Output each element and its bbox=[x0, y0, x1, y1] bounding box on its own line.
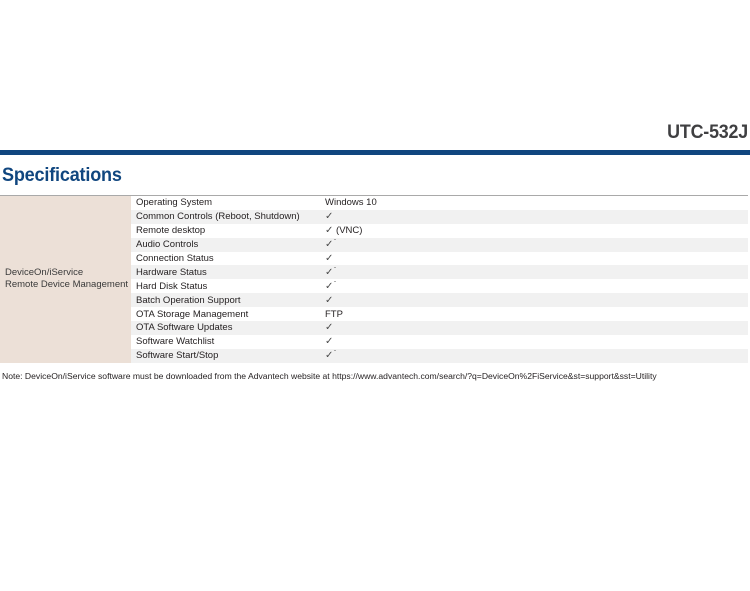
value-cell: Windows 10 bbox=[324, 197, 748, 208]
feature-cell: OTA Storage Management bbox=[136, 308, 249, 320]
checkmark-icon: ✓ bbox=[325, 322, 334, 334]
value-cell: ✓ bbox=[324, 322, 748, 333]
category-column: DeviceOn/iService Remote Device Manageme… bbox=[0, 196, 131, 363]
model-number-header: UTC-532J bbox=[0, 118, 750, 142]
table-row: Remote desktop ✓ (VNC) bbox=[131, 223, 748, 238]
footnote-asterisk-icon: * bbox=[333, 239, 337, 245]
checkmark-icon: ✓ bbox=[325, 253, 334, 264]
table-row: Connection Status ✓ bbox=[131, 251, 748, 266]
feature-cell: Software Start/Stop bbox=[136, 350, 219, 362]
feature-cell: Hardware Status bbox=[136, 266, 207, 278]
table-row: Operating System Windows 10 bbox=[131, 196, 748, 210]
navy-divider-rule bbox=[0, 150, 750, 155]
footnote-asterisk-icon: * bbox=[333, 266, 337, 273]
model-number: UTC-532J bbox=[667, 122, 748, 143]
category-label: DeviceOn/iService Remote Device Manageme… bbox=[5, 266, 129, 291]
table-row: OTA Storage Management FTP bbox=[131, 307, 748, 322]
table-row: Hard Disk Status ✓* bbox=[131, 279, 748, 294]
specifications-table: DeviceOn/iService Remote Device Manageme… bbox=[0, 195, 748, 363]
checkmark-icon: ✓ bbox=[325, 211, 334, 223]
value-cell: ✓* bbox=[324, 267, 748, 278]
spec-table-body: DeviceOn/iService Remote Device Manageme… bbox=[0, 196, 748, 363]
checkmark-icon: ✓ bbox=[325, 336, 334, 348]
table-row: Software Watchlist ✓ bbox=[131, 334, 748, 349]
footnote-asterisk-icon: * bbox=[333, 350, 337, 357]
value-text: FTP bbox=[325, 308, 343, 320]
page-title: Specifications bbox=[2, 165, 122, 186]
footnote-asterisk-icon: * bbox=[333, 280, 337, 287]
feature-cell: Batch Operation Support bbox=[136, 294, 241, 306]
value-cell: FTP bbox=[324, 309, 748, 320]
table-row: Hardware Status ✓* bbox=[131, 265, 748, 280]
value-text: (VNC) bbox=[333, 225, 363, 237]
value-cell: ✓* bbox=[324, 350, 748, 361]
spec-rows-container: Operating System Windows 10 Common Control… bbox=[131, 196, 748, 363]
feature-cell: Common Controls (Reboot, Shutdown) bbox=[136, 211, 300, 223]
feature-cell: Remote desktop bbox=[136, 225, 206, 237]
feature-cell: Software Watchlist bbox=[136, 336, 215, 348]
feature-cell: OTA Software Updates bbox=[136, 322, 233, 334]
feature-cell: Connection Status bbox=[136, 253, 214, 264]
table-row: Common Controls (Reboot, Shutdown) ✓ bbox=[131, 209, 748, 224]
feature-cell: Operating System bbox=[136, 197, 213, 209]
feature-cell: Audio Controls bbox=[136, 239, 199, 251]
value-cell: ✓ bbox=[324, 211, 748, 222]
value-text: Windows 10 bbox=[325, 197, 377, 209]
value-cell: ✓* bbox=[324, 281, 748, 292]
table-row: Audio Controls ✓* bbox=[131, 237, 748, 252]
table-row: OTA Software Updates ✓ bbox=[131, 321, 748, 335]
value-cell: ✓* bbox=[324, 239, 748, 250]
value-cell: ✓ bbox=[324, 295, 748, 306]
table-row: Batch Operation Support ✓ bbox=[131, 293, 748, 308]
checkmark-icon: ✓ bbox=[325, 294, 334, 306]
value-cell: ✓ bbox=[324, 253, 748, 264]
value-cell: ✓ bbox=[324, 336, 748, 347]
table-row: Software Start/Stop ✓* bbox=[131, 348, 748, 363]
footnote-note: Note: DeviceOn/iService software must be… bbox=[2, 371, 657, 381]
value-cell: ✓ (VNC) bbox=[324, 225, 748, 236]
feature-cell: Hard Disk Status bbox=[136, 280, 208, 292]
